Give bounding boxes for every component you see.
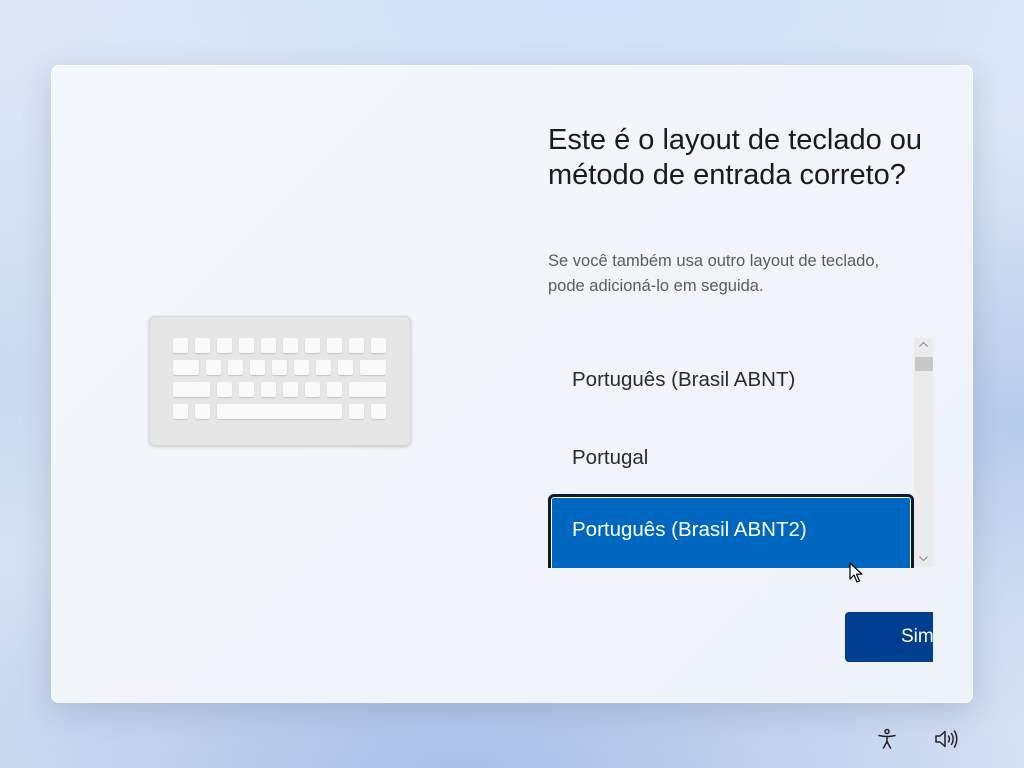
key [272,360,287,375]
key [195,338,210,353]
key [316,360,331,375]
mouse-cursor-icon [849,562,863,583]
key [173,382,210,397]
list-item-portugues-brasil-abnt[interactable]: Português (Brasil ABNT) [548,345,914,415]
scroll-up-icon[interactable] [914,338,933,352]
list-item-label: Portugal [572,446,649,469]
yes-button-container: Sim [845,612,933,662]
list-scrollbar[interactable] [914,338,933,567]
page-title: Este é o layout de teclado ou método de … [548,124,923,191]
list-item-label: Português (Brasil ABNT) [572,368,796,391]
key [239,382,254,397]
key [349,338,364,353]
key [294,360,309,375]
key [239,338,254,353]
keyboard-layout-list[interactable]: Português (Brasil ABNT) Portugal Portugu… [548,337,933,568]
key [349,404,364,419]
key [173,338,188,353]
key [371,338,386,353]
key [327,338,342,353]
scroll-thumb[interactable] [915,357,933,371]
spacebar-key [217,404,342,419]
volume-icon[interactable] [931,724,961,754]
page-subtitle: Se você também usa outro layout de tecla… [548,252,880,295]
key [217,382,232,397]
key [360,360,386,375]
key [338,360,353,375]
key [195,404,210,419]
key [327,382,342,397]
setup-dialog: Este é o layout de teclado ou método de … [51,65,973,703]
key [206,360,221,375]
key [250,360,265,375]
list-item-label: Português (Brasil ABNT2) [572,518,807,541]
keyboard-icon [149,316,411,446]
key [173,404,188,419]
key [349,382,386,397]
key [261,338,276,353]
key [173,360,199,375]
accessibility-icon[interactable] [872,724,902,754]
yes-button[interactable]: Sim [845,612,933,662]
key [305,382,320,397]
key [261,382,276,397]
list-item-portugues-brasil-abnt2[interactable]: Português (Brasil ABNT2) [548,494,914,568]
key [217,338,232,353]
scroll-down-icon[interactable] [914,553,933,567]
key [283,382,298,397]
key [283,338,298,353]
key [371,404,386,419]
list-item-portugal[interactable]: Portugal [548,423,914,493]
key [305,338,320,353]
key [228,360,243,375]
